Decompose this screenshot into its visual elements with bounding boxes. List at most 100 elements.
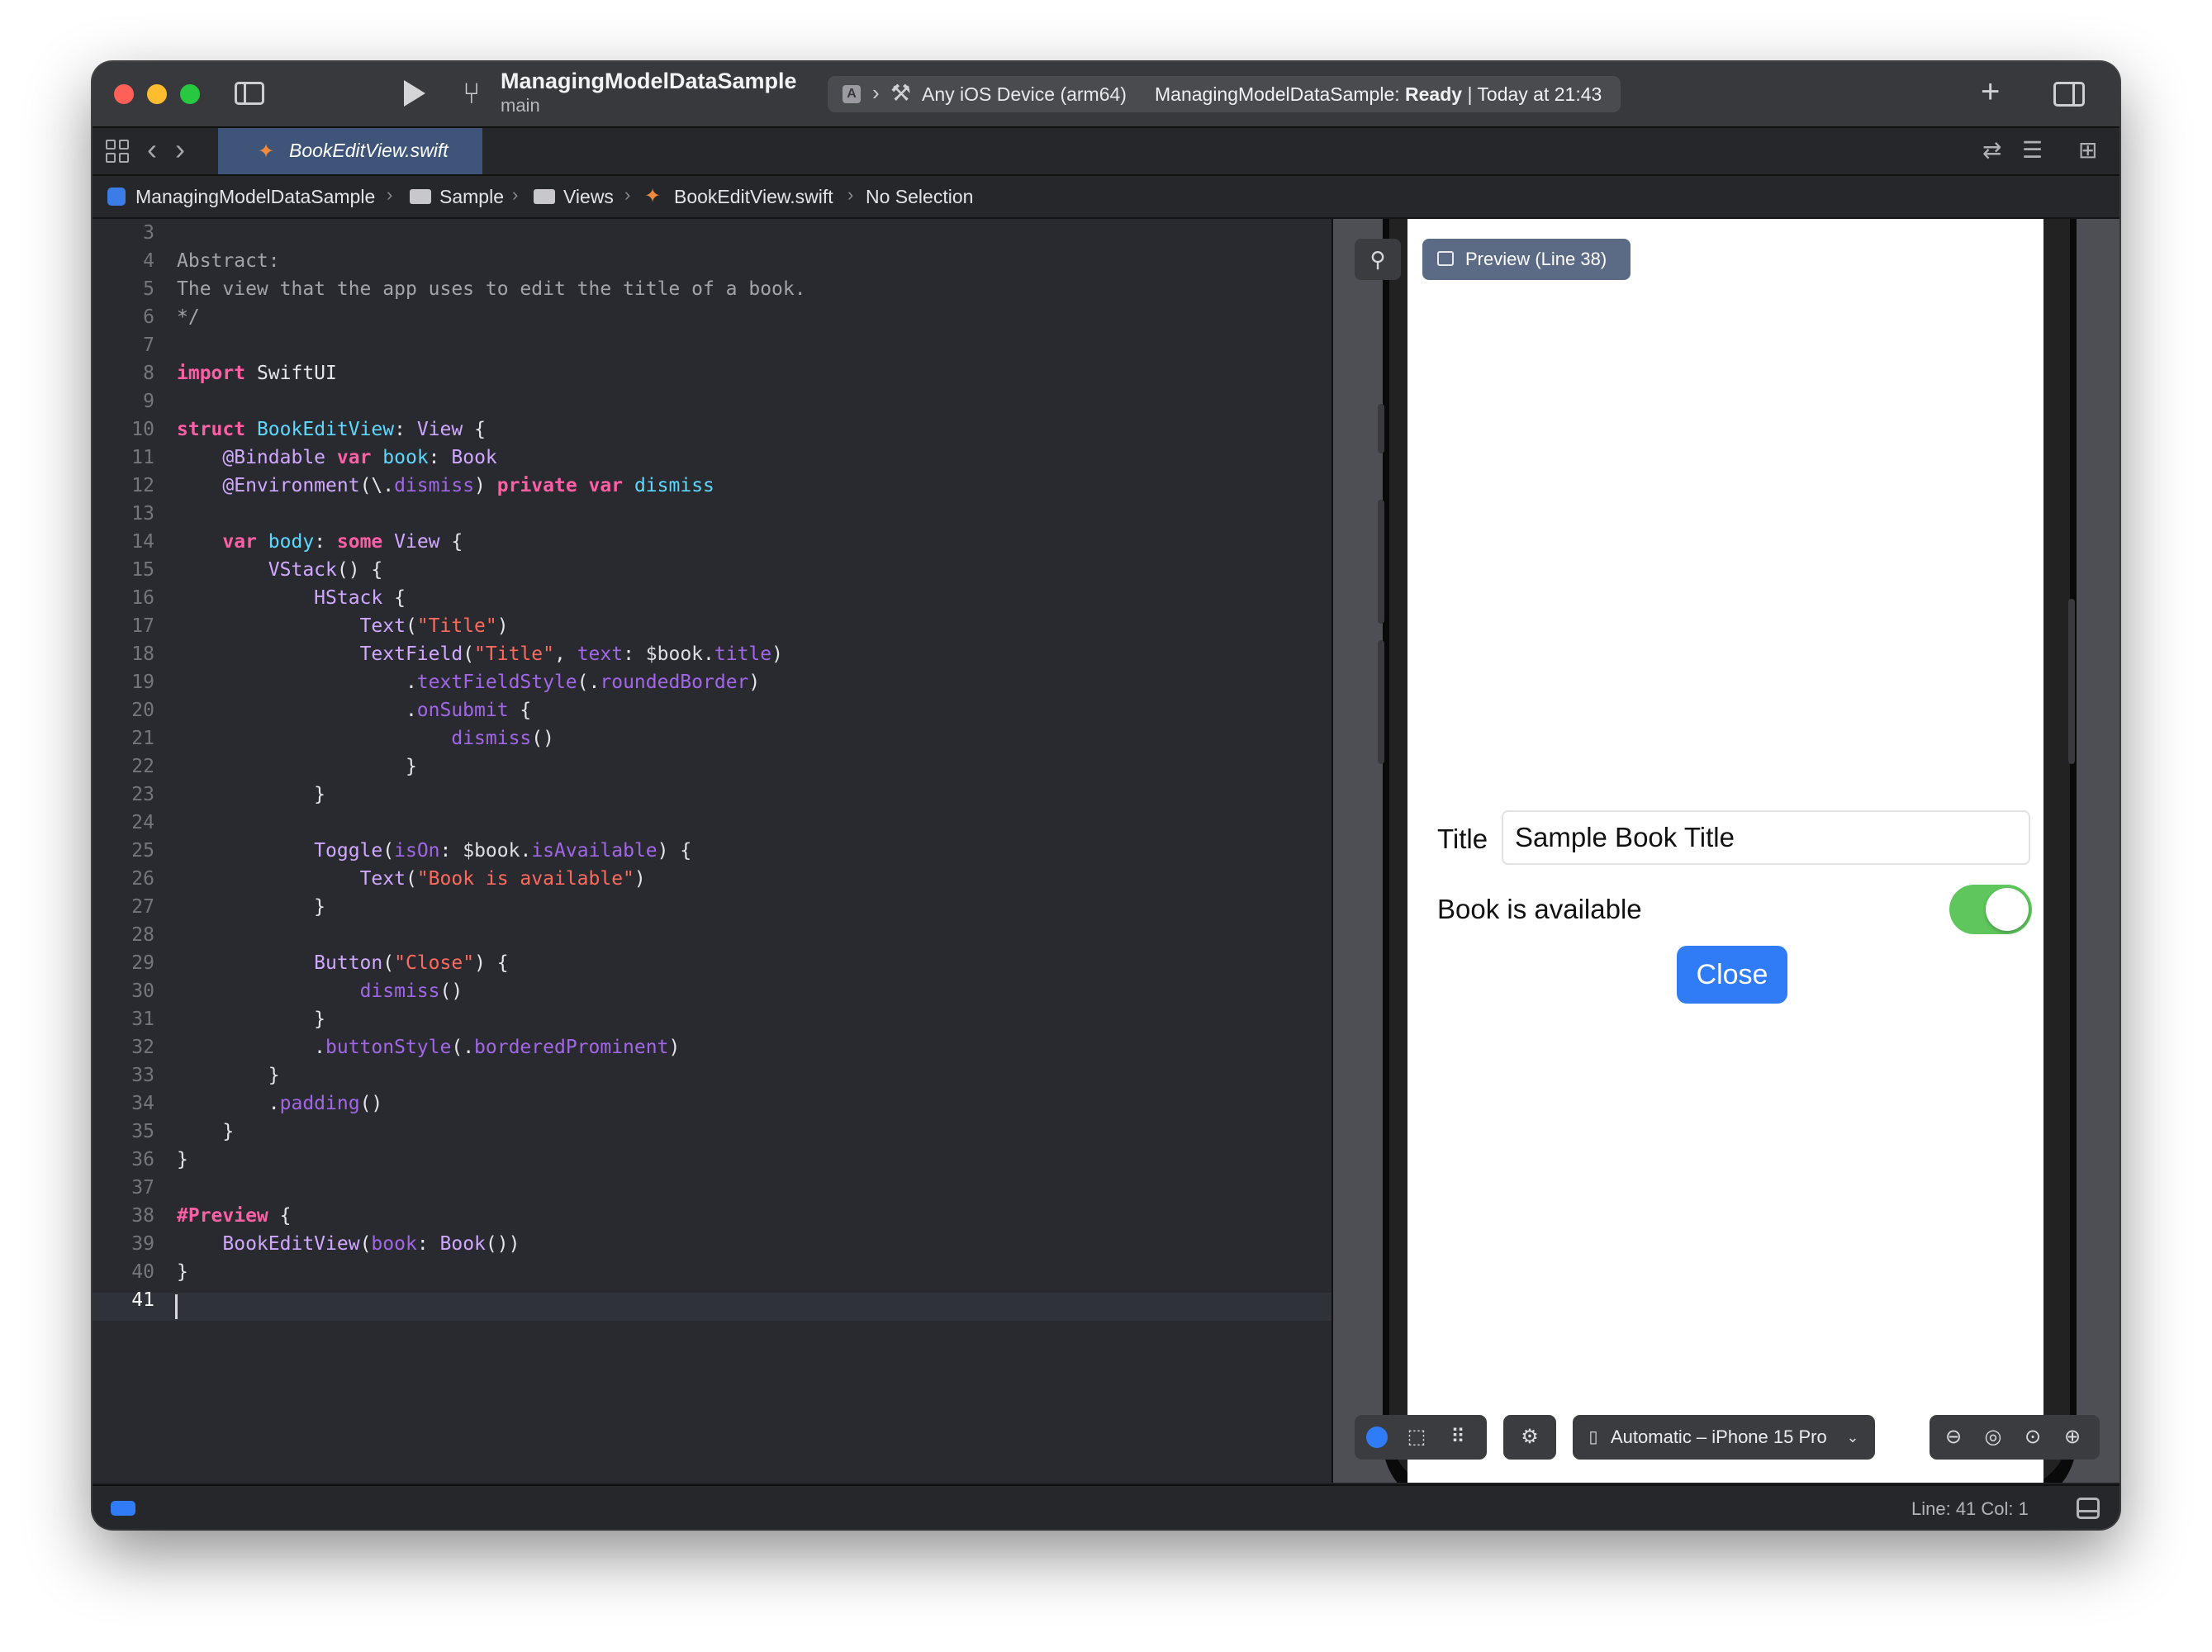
code-line[interactable]: 17 Text("Title") [93,612,1331,640]
zoom-to-100-icon[interactable]: ◎ [1981,1425,2006,1450]
code-line[interactable]: 10 struct BookEditView: View { [93,415,1331,444]
line-number: 10 [131,419,154,440]
code-line[interactable]: 11 @Bindable var book: Book [93,444,1331,472]
close-window-button[interactable] [114,84,134,104]
zoom-out-icon[interactable]: ⊖ [1941,1425,1966,1450]
pin-icon[interactable]: ⚲ [1355,239,1401,280]
breadcrumb-sample[interactable]: Sample [439,186,504,208]
line-number: 39 [131,1233,154,1255]
line-number: 36 [131,1149,154,1170]
app-availability-toggle[interactable] [1949,885,2032,934]
code-line[interactable]: 19 .textFieldStyle(.roundedBorder) [93,668,1331,696]
code-line[interactable]: 33 } [93,1061,1331,1089]
breadcrumb-selection[interactable]: No Selection [866,186,973,208]
code-text: } [177,1121,235,1142]
plus-icon[interactable]: + [1981,74,2000,110]
code-line[interactable]: 32 .buttonStyle(.borderedProminent) [93,1033,1331,1061]
preview-selector[interactable]: Preview (Line 38) [1422,239,1631,280]
app-close-button[interactable]: Close [1677,946,1787,1004]
project-app-icon [107,188,126,206]
app-title-textfield[interactable]: Sample Book Title [1502,810,2030,865]
code-line[interactable]: 34 .padding() [93,1089,1331,1118]
run-button[interactable] [404,80,425,107]
code-line[interactable]: 41 [93,1286,1331,1314]
code-line[interactable]: 24 [93,809,1331,837]
line-number: 19 [131,672,154,693]
toggle-inspector-icon[interactable] [2053,82,2085,107]
code-line[interactable]: 7 [93,331,1331,359]
variants-icon[interactable]: ⠿ [1445,1425,1470,1450]
code-line[interactable]: 23 } [93,781,1331,809]
code-line[interactable]: 9 [93,387,1331,415]
code-line[interactable]: 27 } [93,893,1331,921]
code-line[interactable]: 22 } [93,752,1331,781]
tab-bookeditview[interactable]: ✦ BookEditView.swift [218,128,482,174]
minimize-window-button[interactable] [147,84,167,104]
code-line[interactable]: 4 Abstract: [93,247,1331,275]
swap-editors-icon[interactable]: ⇄ [1982,136,2001,164]
live-mode-icon[interactable] [1366,1427,1388,1448]
activity-status-pill[interactable]: A › ⚒ Any iOS Device (arm64) ManagingMod… [828,76,1621,112]
code-line[interactable]: 31 } [93,1005,1331,1033]
code-line[interactable]: 38 #Preview { [93,1202,1331,1230]
iphone-icon: ▯ [1588,1428,1598,1446]
breadcrumb-project[interactable]: ManagingModelDataSample [135,186,375,208]
code-line[interactable]: 21 dismiss() [93,724,1331,752]
line-number: 8 [143,363,154,384]
line-number: 31 [131,1009,154,1030]
code-line[interactable]: 12 @Environment(\.dismiss) private var d… [93,472,1331,500]
forward-chevron-icon[interactable]: › [175,133,185,166]
code-line[interactable]: 5 The view that the app uses to edit the … [93,275,1331,303]
chevron-right-icon: › [624,184,631,205]
project-name[interactable]: ManagingModelDataSample [501,69,797,94]
code-line[interactable]: 28 [93,921,1331,949]
code-line[interactable]: 6 */ [93,303,1331,331]
branch-icon[interactable]: ⑂ [463,77,481,110]
code-line[interactable]: 30 dismiss() [93,977,1331,1005]
back-chevron-icon[interactable]: ‹ [147,133,157,166]
code-line[interactable]: 40} [93,1258,1331,1286]
toggle-debug-area-icon[interactable] [2077,1498,2100,1519]
breadcrumb-views[interactable]: Views [563,186,614,208]
line-number: 11 [131,447,154,468]
breadcrumb-file[interactable]: BookEditView.swift [674,186,833,208]
device-settings-icon[interactable]: ⚙ [1517,1425,1542,1450]
device-selector[interactable]: ▯ Automatic – iPhone 15 Pro ⌄ [1573,1415,1875,1460]
code-line[interactable]: 8 import SwiftUI [93,359,1331,387]
zoom-in-icon[interactable]: ⊕ [2060,1425,2085,1450]
code-line[interactable]: 15 VStack() { [93,556,1331,584]
code-line[interactable]: 25 Toggle(isOn: $book.isAvailable) { [93,837,1331,865]
build-status-state: Ready [1405,83,1463,105]
zoom-to-fit-icon[interactable]: ⊙ [2020,1425,2045,1450]
code-line[interactable]: 14 var body: some View { [93,528,1331,556]
build-status-project: ManagingModelDataSample: [1155,83,1400,105]
code-line[interactable]: 13 [93,500,1331,528]
zoom-window-button[interactable] [180,84,200,104]
code-text: .textFieldStyle(.roundedBorder) [177,672,761,693]
selectable-mode-icon[interactable]: ⬚ [1404,1425,1429,1450]
line-number: 22 [131,756,154,777]
code-line[interactable]: 39 BookEditView(book: Book()) [93,1230,1331,1258]
code-line[interactable]: 16 HStack { [93,584,1331,612]
code-line[interactable]: 29 Button("Close") { [93,949,1331,977]
activity-indicator[interactable] [111,1501,135,1516]
source-editor[interactable]: 3 4 Abstract: 5 The view that the app uses t… [93,219,1331,1483]
code-line[interactable]: 3 [93,219,1331,247]
code-line[interactable]: 20 .onSubmit { [93,696,1331,724]
editor-options-icon[interactable]: ☰ [2022,136,2043,164]
code-line[interactable]: 26 Text("Book is available") [93,865,1331,893]
split-editor-icon[interactable]: ⊞ [2078,136,2097,164]
code-line[interactable]: 36} [93,1146,1331,1174]
code-line[interactable]: 35 } [93,1118,1331,1146]
line-number: 25 [131,840,154,862]
folder-icon [534,189,555,204]
preview-label: Preview (Line 38) [1465,249,1607,269]
folder-icon [410,189,431,204]
toggle-navigator-icon[interactable] [235,82,264,105]
code-line[interactable]: 18 TextField("Title", text: $book.title) [93,640,1331,668]
run-destination[interactable]: Any iOS Device (arm64) [922,83,1128,106]
code-line[interactable]: 37 [93,1174,1331,1202]
device-side-button [1378,640,1384,764]
related-items-grid-icon[interactable] [106,140,129,163]
title-bar: ⑂ ManagingModelDataSample main A › ⚒ Any… [93,62,2119,128]
